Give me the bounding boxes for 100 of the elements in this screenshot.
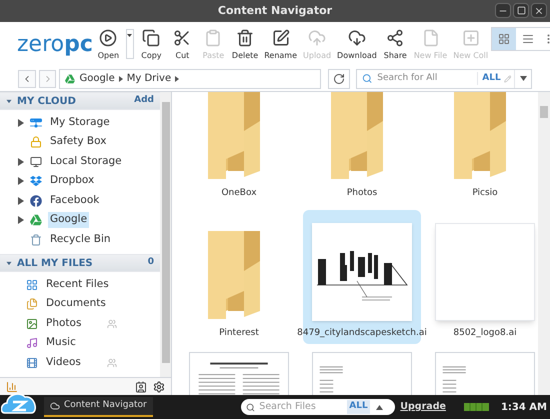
taskbar-search-field[interactable]: Search Files [259, 400, 348, 414]
scope-label: ALL [477, 72, 501, 86]
toolbar-button[interactable]: Download [334, 29, 380, 62]
file-tile[interactable]: OneBox [180, 92, 298, 204]
breadcrumb-item[interactable]: Google [79, 71, 115, 86]
close-icon [534, 6, 544, 16]
sidebar-item[interactable]: Facebook [48, 192, 102, 209]
caret-icon[interactable] [18, 196, 24, 205]
caret-icon[interactable] [18, 216, 24, 224]
cloud-icon [50, 401, 60, 411]
cloud-logo-icon[interactable] [1, 391, 37, 417]
music-icon [26, 337, 38, 350]
trash-icon [30, 234, 42, 246]
scrollbar[interactable] [538, 92, 550, 395]
toolbar-button[interactable]: Delete [228, 29, 262, 62]
share-icon [386, 29, 404, 47]
section-title: MY CLOUD [17, 94, 76, 108]
caret-icon[interactable] [18, 177, 24, 186]
documents-icon [26, 298, 38, 310]
pen-icon [272, 29, 290, 47]
grid-view-icon [498, 33, 510, 45]
section-title: ALL MY FILES [17, 256, 93, 270]
toolbar-button[interactable]: Copy [136, 29, 167, 62]
toolbar-button[interactable]: Cut [166, 29, 198, 62]
sidebar-item[interactable]: Dropbox [48, 173, 96, 190]
dropdown-button[interactable] [126, 29, 134, 59]
section-header[interactable]: MY CLOUD Add [0, 92, 160, 110]
photo-icon [26, 318, 38, 330]
file-name: 8502_logo8.ai [453, 326, 517, 340]
clock: 1:34 AM [500, 400, 547, 414]
window-title: Content Navigator [218, 2, 332, 19]
sidebar-item[interactable]: Safety Box [48, 134, 108, 150]
file-tile[interactable]: Pinterest [180, 210, 298, 344]
file-tile[interactable]: 8502_logo8.ai [426, 210, 538, 344]
minimize-button[interactable] [495, 3, 511, 18]
search-field[interactable]: Search for All [377, 72, 478, 86]
section-action[interactable]: Add [134, 94, 154, 108]
logo: zeropc [17, 30, 93, 58]
facebook-icon [30, 194, 42, 207]
cloud-upload-icon [308, 29, 326, 47]
caret-icon [118, 76, 123, 82]
close-button[interactable] [531, 3, 547, 18]
film-icon [26, 356, 38, 369]
contact-icon[interactable] [135, 380, 147, 392]
toolbar-button[interactable]: Share [380, 29, 411, 62]
refresh-button[interactable] [328, 68, 350, 88]
caret-icon[interactable] [376, 404, 383, 410]
file-name: 8479_citylandscapesketch.ai [297, 326, 427, 340]
caret-icon [520, 76, 527, 81]
breadcrumb-item[interactable]: My Drive [126, 71, 172, 86]
view-toggle[interactable] [492, 28, 516, 50]
file-name: Photos [346, 186, 378, 200]
settings-icon[interactable] [153, 380, 165, 392]
drive-icon [30, 214, 42, 226]
caret-icon [6, 260, 12, 266]
file-tile[interactable]: Photos [303, 92, 421, 204]
search-icon [362, 73, 372, 84]
refresh-icon [333, 72, 346, 84]
cloud-download-icon [348, 29, 366, 47]
section-action[interactable]: 0 [148, 256, 154, 270]
caret-icon[interactable] [18, 118, 24, 127]
maximize-icon [516, 6, 526, 15]
trash-icon [236, 29, 254, 47]
maximize-button[interactable] [513, 3, 529, 18]
file-name: OneBox [221, 186, 257, 200]
sidebar-item[interactable]: Recent Files [44, 276, 111, 293]
file-name: Picsio [472, 186, 498, 200]
upgrade-link[interactable]: Upgrade [400, 400, 446, 414]
sidebar-item[interactable]: Music [44, 335, 78, 352]
sidebar-item[interactable]: Videos [44, 354, 83, 371]
caret-icon [127, 34, 132, 37]
sidebar-item[interactable]: Local Storage [48, 154, 124, 170]
toolbar-button[interactable]: Open [92, 29, 124, 62]
copy-icon [142, 29, 160, 47]
sidebar-item[interactable]: Google [48, 212, 90, 228]
sidebar-item[interactable]: Documents [44, 296, 108, 312]
file-name: Pinterest [219, 326, 259, 340]
sidebar-item[interactable]: Photos [44, 316, 84, 332]
scope-label: ALL [347, 400, 370, 414]
scissors-icon [173, 29, 192, 47]
caret-icon[interactable] [18, 158, 24, 166]
toolbar-button[interactable]: Rename [261, 29, 300, 62]
plus-icon [462, 29, 480, 47]
search-bar[interactable]: Search for All ALL [356, 68, 532, 88]
taskbar-task[interactable]: Content Navigator [44, 397, 153, 417]
stats-icon[interactable] [6, 380, 18, 392]
scrollbar[interactable] [160, 92, 171, 377]
file-tile[interactable]: Picsio [426, 92, 538, 204]
section-header[interactable]: ALL MY FILES 0 [0, 254, 160, 272]
sidebar-item[interactable]: Recycle Bin [48, 232, 113, 248]
computer-icon [30, 156, 42, 168]
breadcrumb-bar[interactable]: Google My Drive [59, 68, 322, 88]
drive-icon [65, 74, 76, 84]
grid-icon [26, 278, 38, 291]
clipboard-icon [204, 29, 222, 47]
list-view-icon [522, 33, 534, 45]
caret-icon [175, 76, 180, 82]
battery-icon [464, 403, 489, 411]
sidebar-item[interactable]: My Storage [48, 114, 112, 131]
pencil-icon [504, 74, 512, 82]
